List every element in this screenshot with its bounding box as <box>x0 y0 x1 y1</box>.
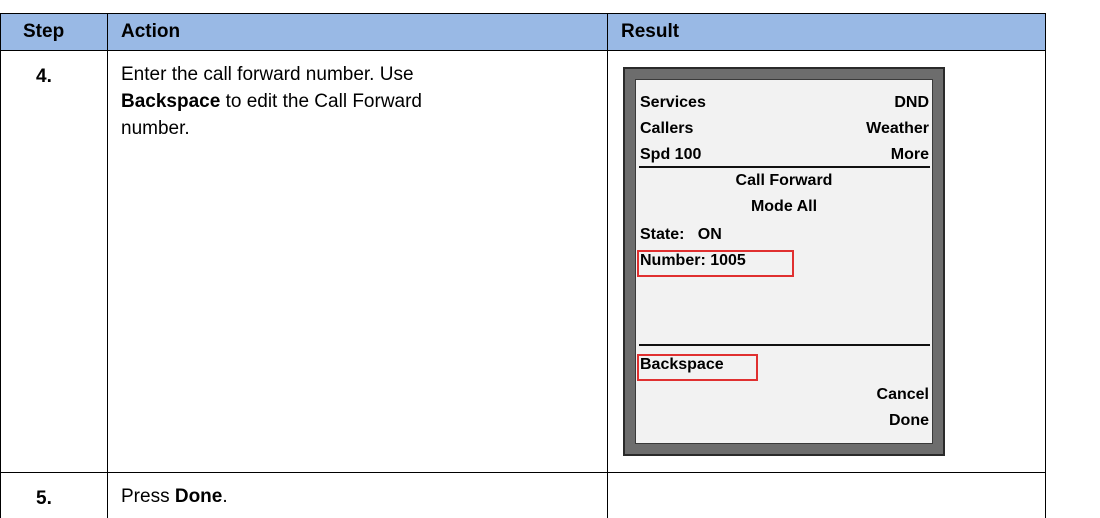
backspace-highlight-box <box>637 354 758 381</box>
softkey-callers: Callers <box>640 120 694 137</box>
lcd-separator-bottom <box>639 344 930 346</box>
action-5-part1: Press <box>121 486 175 507</box>
lcd-separator-top <box>639 166 930 168</box>
action-5-part2: . <box>222 486 228 507</box>
action-4-bold: Backspace <box>121 91 221 112</box>
border-row4-bottom <box>0 472 1046 473</box>
border-col2 <box>607 13 608 518</box>
step-number-5: 5. <box>36 488 52 509</box>
header-action: Action <box>121 21 181 42</box>
action-4-line1: Enter the call forward number. Use <box>121 64 414 85</box>
number-highlight-box <box>637 250 794 277</box>
softkey-more: More <box>890 146 929 163</box>
phone-lcd-screen: Services DND Callers Weather Spd 100 Mor… <box>635 79 933 444</box>
border-header-bottom <box>0 50 1046 51</box>
action-5-bold: Done <box>174 486 223 507</box>
header-result: Result <box>621 21 680 42</box>
action-4-line2: to edit the Call Forward <box>220 91 422 112</box>
phone-display-frame: Services DND Callers Weather Spd 100 Mor… <box>623 67 945 456</box>
softkey-spd-100: Spd 100 <box>640 146 702 163</box>
action-text-5: Press Done. <box>121 483 591 510</box>
header-step: Step <box>23 21 65 42</box>
state-label: State: ON <box>640 226 722 243</box>
softkey-dnd: DND <box>894 94 929 111</box>
step-number-4: 4. <box>36 66 52 87</box>
screen-title-call-forward: Call Forward <box>735 172 833 189</box>
border-col1 <box>107 13 108 518</box>
screen-title-mode-all: Mode All <box>750 198 818 215</box>
softkey-done: Done <box>889 412 929 429</box>
action-4-line3: number. <box>121 118 190 139</box>
procedure-table: Step Action Result 4. Enter the call for… <box>0 0 1100 518</box>
softkey-weather: Weather <box>866 120 929 137</box>
border-left <box>0 13 1 518</box>
border-top <box>0 13 1046 14</box>
action-text-4: Enter the call forward number. Use Backs… <box>121 61 591 142</box>
softkey-services: Services <box>640 94 706 111</box>
softkey-cancel: Cancel <box>876 386 929 403</box>
border-right <box>1045 13 1046 518</box>
